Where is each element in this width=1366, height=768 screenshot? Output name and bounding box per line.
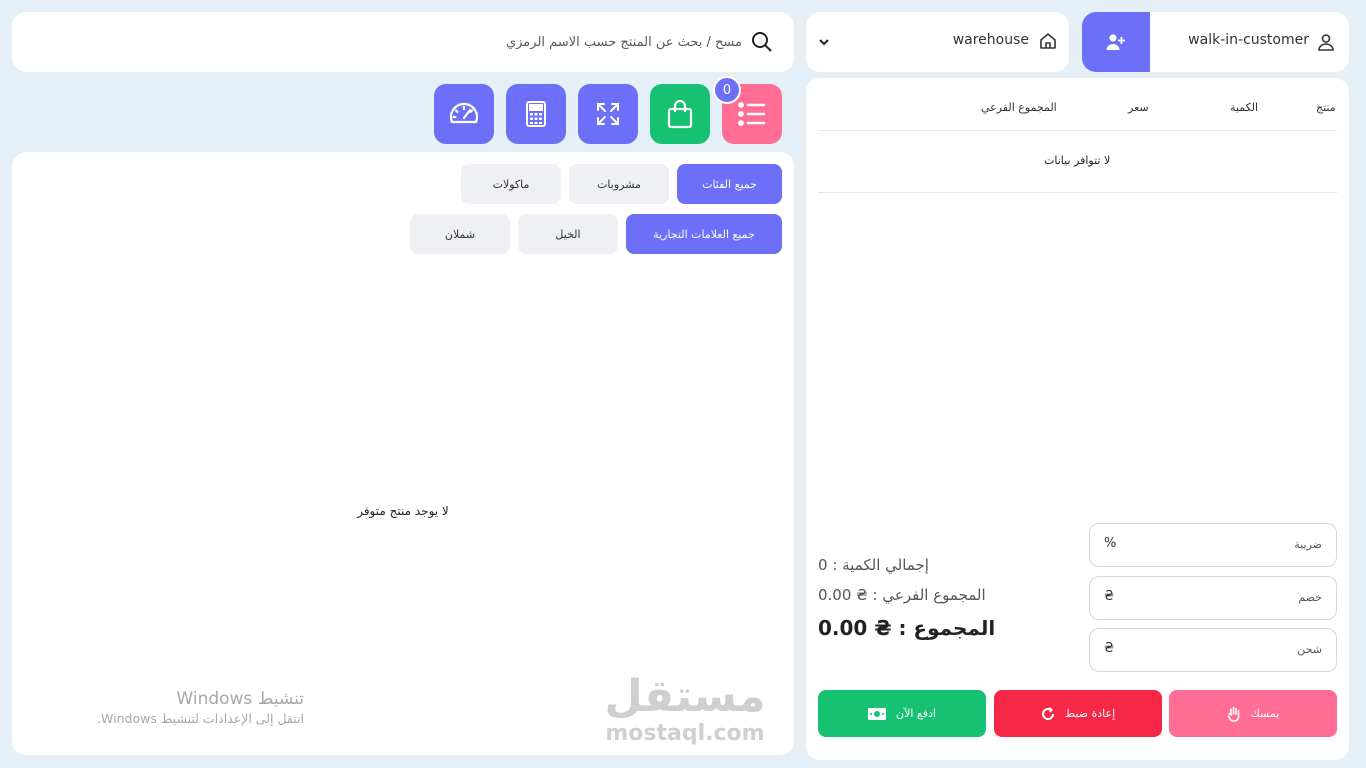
column-header-product: منتج [1316, 101, 1336, 114]
currency-symbol: ₴ [1104, 641, 1115, 656]
calculator-icon [525, 100, 547, 128]
customer-name: walk-in-customer [1188, 32, 1309, 48]
brand-alkhail-button[interactable]: الخيل [518, 214, 618, 254]
pay-now-label: ادفع الآن [896, 707, 936, 720]
brand-shamlan-button[interactable]: شملان [410, 214, 510, 254]
dashboard-button[interactable] [434, 84, 494, 144]
category-drinks-button[interactable]: مشروبات [569, 164, 669, 204]
tax-label: ضريبة [1294, 538, 1322, 551]
warehouse-selector[interactable]: warehouse [806, 12, 1069, 72]
warehouse-name: warehouse [952, 32, 1029, 48]
shipping-field[interactable]: شحن ₴ [1089, 628, 1337, 672]
list-icon [737, 101, 767, 127]
cash-icon [868, 707, 887, 720]
mostaql-watermark-ar: مستقل [604, 671, 766, 722]
cart-count-badge: 0 [713, 76, 741, 104]
reset-label: إعادة ضبط [1064, 707, 1116, 720]
no-products-message: لا يوجد منتج متوفر [357, 504, 449, 518]
fullscreen-icon [595, 101, 621, 127]
cart-panel: منتج الكمية سعر المجموع الفرعي لا تتوافر… [806, 78, 1349, 760]
percent-symbol: % [1104, 536, 1117, 551]
refresh-icon [1041, 706, 1055, 721]
total-quantity: إجمالي الكمية : 0 [818, 556, 929, 574]
user-icon [1317, 33, 1335, 51]
column-header-quantity: الكمية [1230, 101, 1259, 114]
hold-label: يمسك [1250, 707, 1280, 720]
products-panel: جميع الفئات مشروبات ماكولات جميع العلاما… [12, 152, 794, 755]
add-user-icon [1106, 33, 1126, 51]
search-bar [12, 12, 794, 72]
fullscreen-button[interactable] [578, 84, 638, 144]
dashboard-icon [448, 101, 480, 127]
pay-now-button[interactable]: ادفع الآن [818, 690, 986, 737]
chevron-down-icon[interactable] [818, 37, 830, 47]
hold-button[interactable]: يمسك [1169, 690, 1337, 737]
mostaql-watermark-en: mostaql.com [605, 721, 765, 746]
add-customer-button[interactable] [1082, 12, 1150, 72]
mostaql-watermark: مستقل mostaql.com [600, 672, 770, 746]
customer-selector[interactable]: walk-in-customer [1082, 12, 1349, 72]
category-all-button[interactable]: جميع الفئات [677, 164, 782, 204]
table-divider [818, 130, 1337, 131]
calculator-button[interactable] [506, 84, 566, 144]
shipping-label: شحن [1297, 643, 1322, 656]
brand-all-button[interactable]: جميع العلامات التجارية [626, 214, 782, 254]
discount-label: خصم [1298, 591, 1322, 604]
home-icon [1039, 32, 1057, 50]
grand-total: المجموع : ₴ 0.00 [818, 616, 996, 640]
discount-field[interactable]: خصم ₴ [1089, 576, 1337, 620]
category-food-button[interactable]: ماكولات [461, 164, 561, 204]
tax-field[interactable]: ضريبة % [1089, 523, 1337, 567]
currency-symbol: ₴ [1104, 589, 1115, 604]
windows-activation-watermark: تنشيط Windows انتقل إلى الإعدادات لتنشيط… [67, 688, 304, 728]
cart-bag-button[interactable] [650, 84, 710, 144]
windows-activation-subtitle: انتقل إلى الإعدادات لتنشيط Windows. [97, 711, 304, 726]
hand-icon [1227, 706, 1241, 722]
shopping-bag-icon [666, 99, 694, 129]
table-divider [818, 192, 1337, 193]
column-header-subtotal: المجموع الفرعي [981, 101, 1057, 114]
windows-activation-title: تنشيط Windows [176, 689, 304, 709]
cart-empty-message: لا تتوافر بيانات [1044, 154, 1111, 167]
column-header-price: سعر [1128, 101, 1149, 114]
search-input[interactable] [322, 28, 742, 56]
search-icon[interactable] [750, 30, 774, 54]
reset-button[interactable]: إعادة ضبط [994, 690, 1162, 737]
subtotal-amount: المجموع الفرعي : ₴ 0.00 [818, 586, 986, 604]
